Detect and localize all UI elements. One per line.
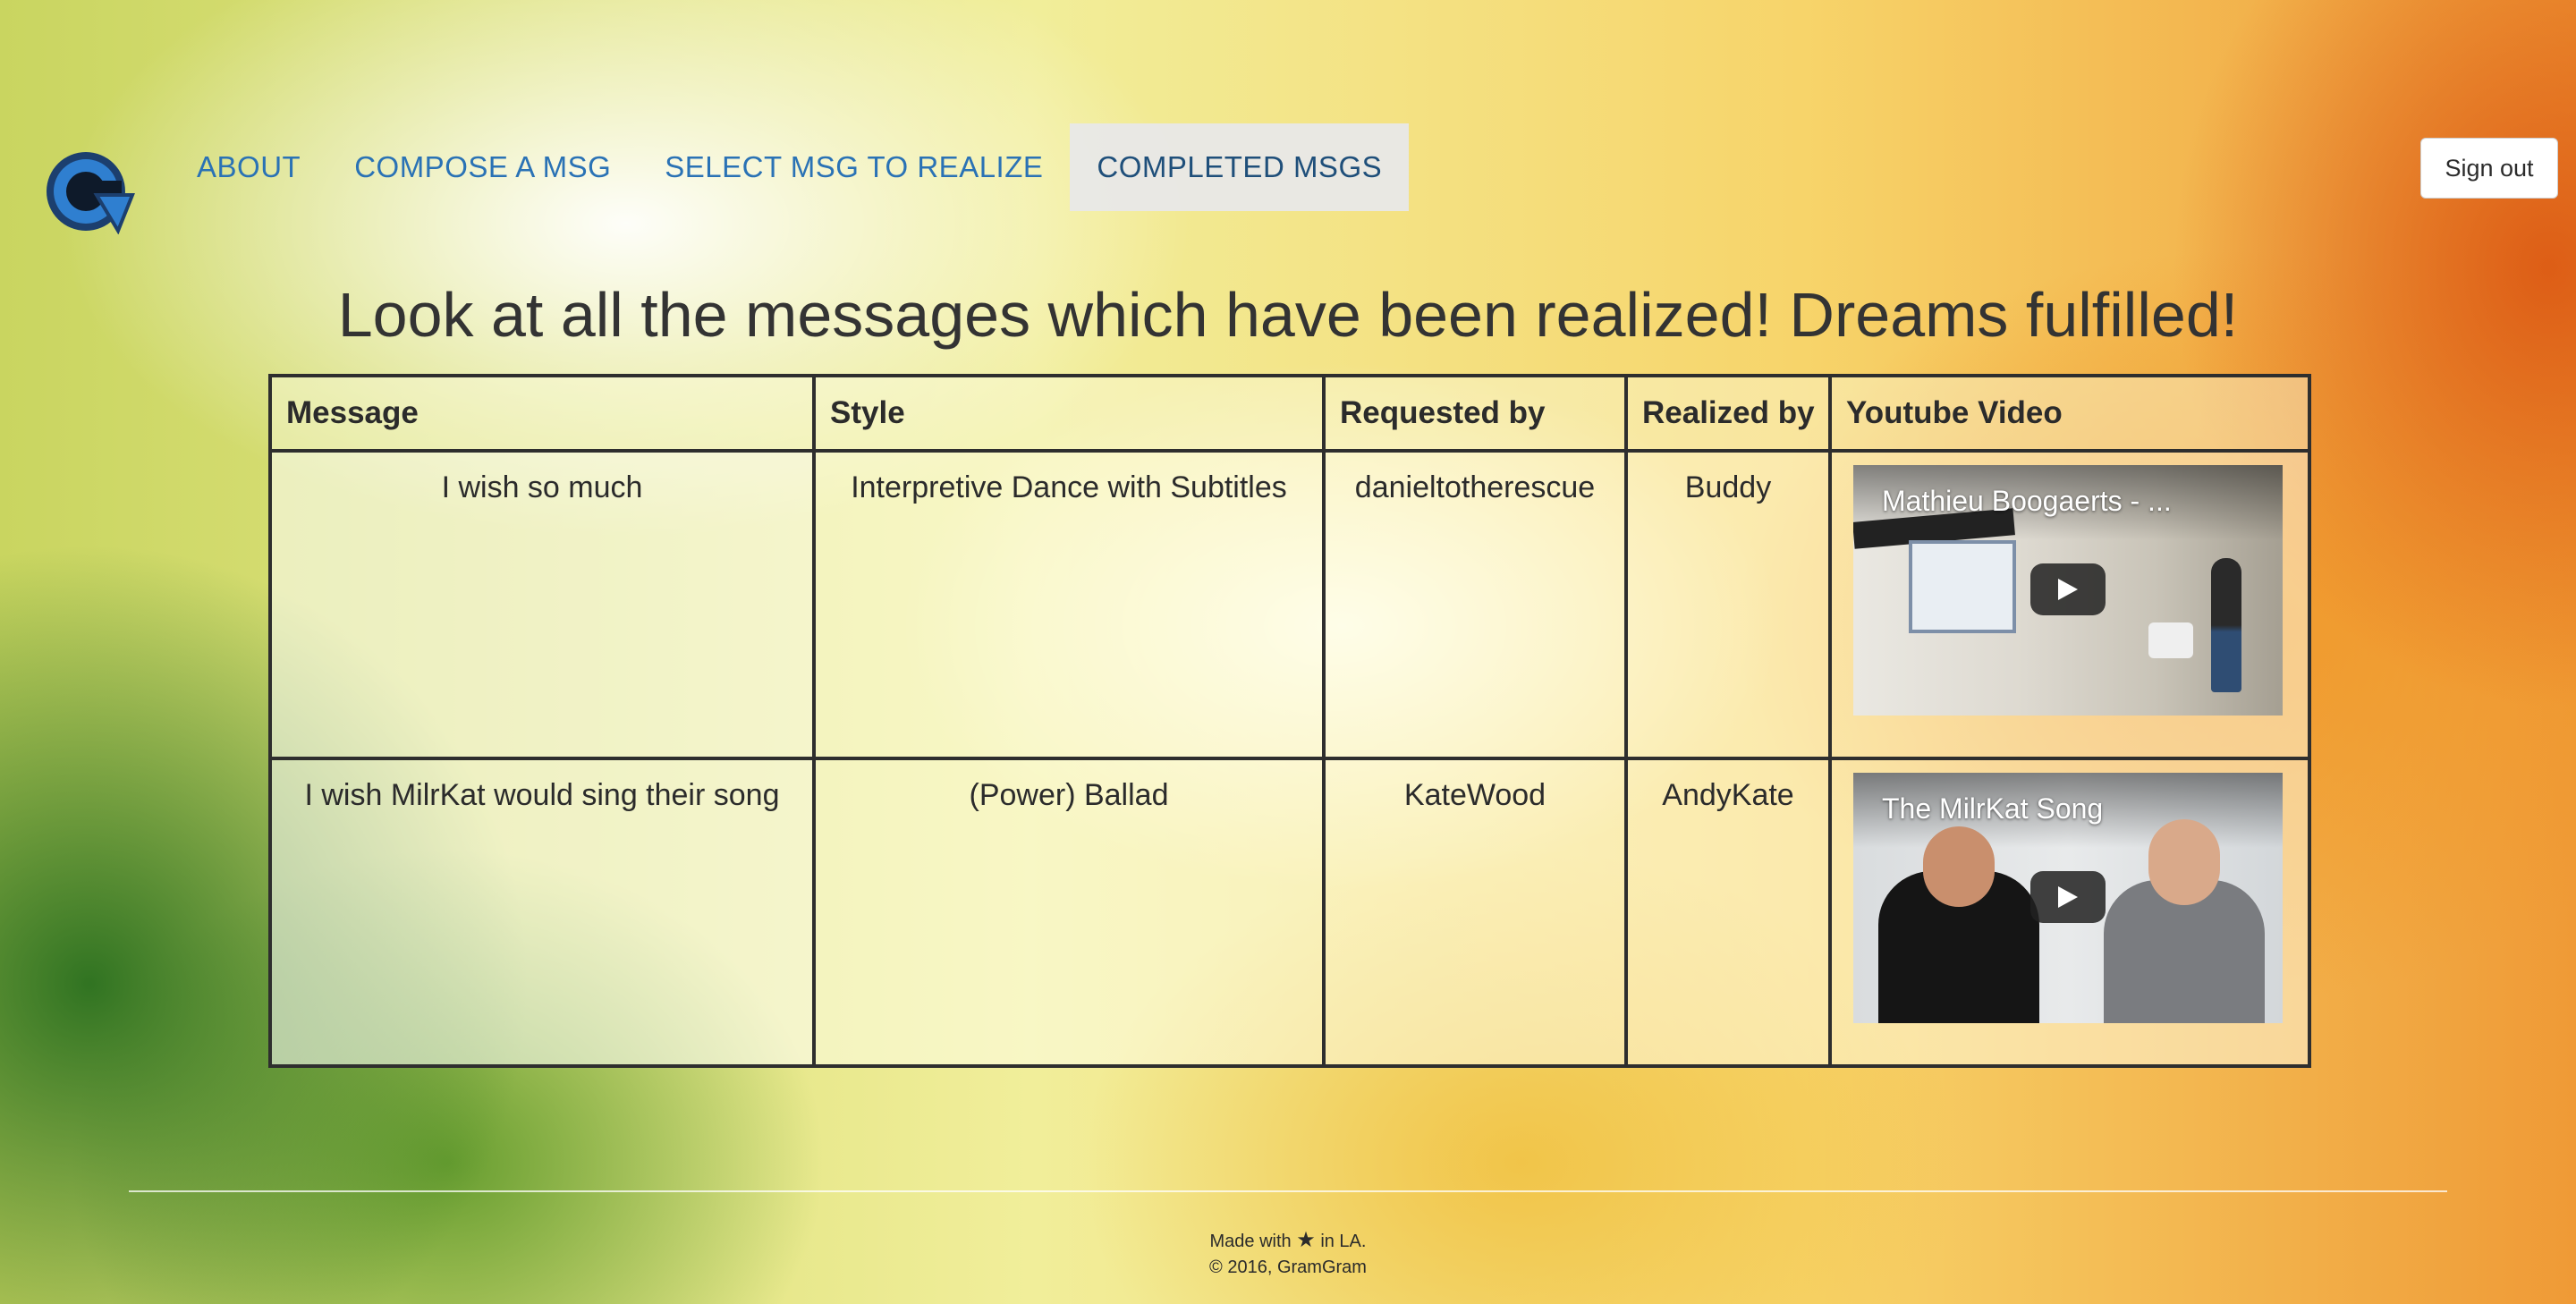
youtube-video-embed[interactable]: Mathieu Boogaerts - ... <box>1853 465 2283 716</box>
video-thumbnail-bench <box>2148 622 2193 658</box>
nav-compose-msg[interactable]: COMPOSE A MSG <box>327 123 638 211</box>
sign-out-button[interactable]: Sign out <box>2420 138 2558 199</box>
gramgram-logo[interactable] <box>43 148 136 234</box>
video-thumbnail-person <box>2211 558 2241 692</box>
page-title: Look at all the messages which have been… <box>337 280 2239 350</box>
header-requested-by: Requested by <box>1322 374 1628 453</box>
star-icon: ★ <box>1296 1228 1316 1252</box>
play-icon[interactable] <box>2030 563 2106 615</box>
footer-made-with: Made with ★ in LA. <box>0 1227 2576 1255</box>
table-row: I wish MilrKat would sing their song (Po… <box>268 757 2311 1068</box>
nav-completed-msgs[interactable]: COMPLETED MSGS <box>1070 123 1410 211</box>
cell-requested-by: danieltotherescue <box>1322 449 1628 760</box>
nav-about[interactable]: ABOUT <box>170 123 327 211</box>
video-title[interactable]: Mathieu Boogaerts - ... <box>1882 485 2172 518</box>
footer-divider <box>129 1190 2447 1192</box>
cell-requested-by: KateWood <box>1322 757 1628 1068</box>
footer: Made with ★ in LA. © 2016, GramGram <box>0 1227 2576 1281</box>
footer-copyright: © 2016, GramGram <box>1209 1257 1367 1277</box>
header-style: Style <box>812 374 1326 453</box>
main-nav: ABOUT COMPOSE A MSG SELECT MSG TO REALIZ… <box>170 123 1410 211</box>
cell-youtube-video: The MilrKat Song <box>1828 757 2311 1068</box>
cell-message: I wish MilrKat would sing their song <box>268 757 816 1068</box>
cell-youtube-video: Mathieu Boogaerts - ... <box>1828 449 2311 760</box>
header-message: Message <box>268 374 816 453</box>
video-title[interactable]: The MilrKat Song <box>1882 792 2103 826</box>
header-youtube-video: Youtube Video <box>1828 374 2311 453</box>
video-thumbnail-head-left <box>1923 826 1995 907</box>
footer-made-suffix: in LA. <box>1320 1232 1367 1251</box>
play-icon[interactable] <box>2030 871 2106 923</box>
completed-messages-table: Message Style Requested by Realized by Y… <box>268 374 2311 1068</box>
youtube-video-embed[interactable]: The MilrKat Song <box>1853 773 2283 1023</box>
table-row: I wish so much Interpretive Dance with S… <box>268 449 2311 760</box>
video-thumbnail-map <box>1909 540 2016 633</box>
cell-message: I wish so much <box>268 449 816 760</box>
cell-style: (Power) Ballad <box>812 757 1326 1068</box>
header-realized-by: Realized by <box>1624 374 1832 453</box>
cell-realized-by: Buddy <box>1624 449 1832 760</box>
footer-made-prefix: Made with <box>1209 1232 1292 1251</box>
cell-realized-by: AndyKate <box>1624 757 1832 1068</box>
table-header-row: Message Style Requested by Realized by Y… <box>268 374 2311 453</box>
cell-style: Interpretive Dance with Subtitles <box>812 449 1326 760</box>
nav-select-msg-to-realize[interactable]: SELECT MSG TO REALIZE <box>638 123 1070 211</box>
video-thumbnail-head-right <box>2148 819 2220 905</box>
